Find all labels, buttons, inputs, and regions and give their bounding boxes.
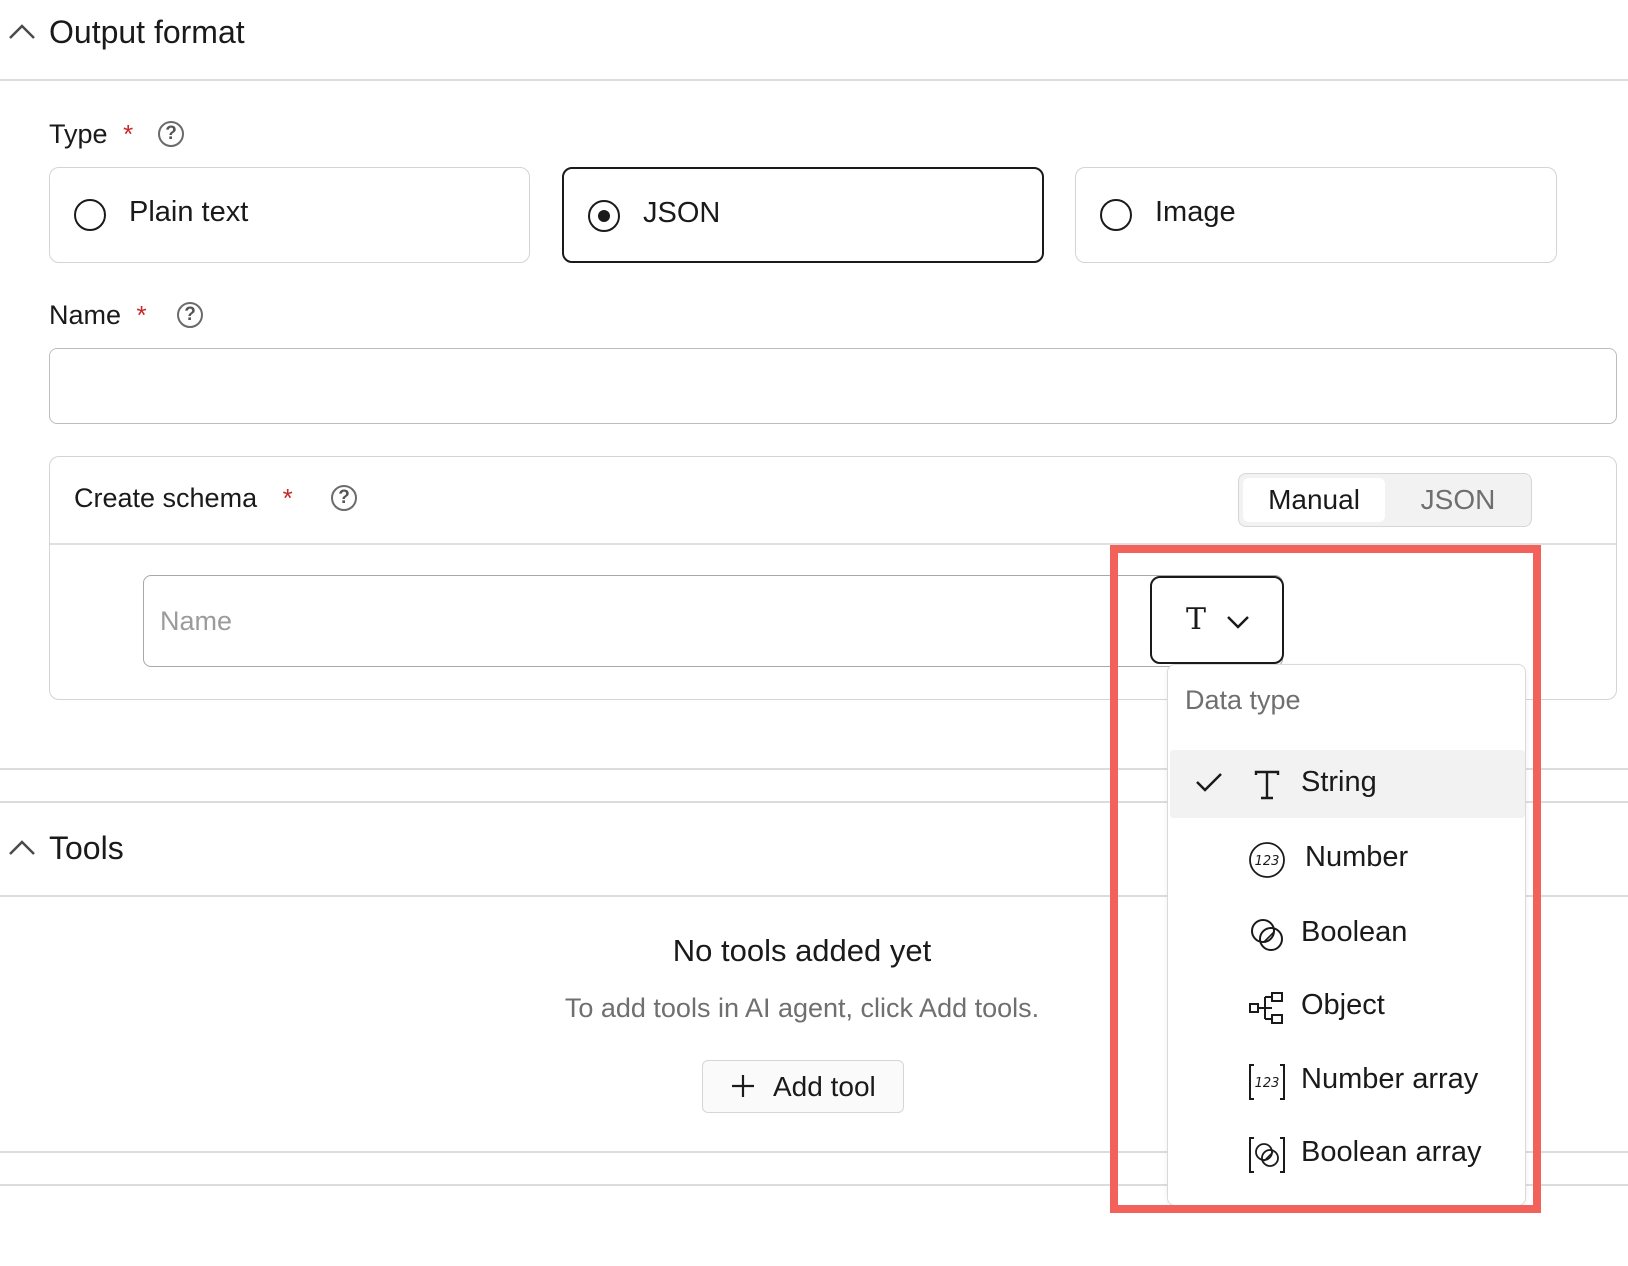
required-mark: * (282, 483, 293, 513)
add-tool-label: Add tool (773, 1071, 876, 1102)
boolean-icon (1251, 919, 1283, 951)
menu-item-label: Number (1305, 841, 1409, 873)
menu-item-label: Boolean (1301, 916, 1408, 948)
name-input[interactable] (49, 348, 1617, 424)
name-label: Name * (49, 300, 147, 331)
menu-header: Data type (1185, 685, 1301, 715)
svg-text:123: 123 (1255, 854, 1280, 869)
number-array-icon: 123 (1249, 1064, 1285, 1100)
text-type-icon: T (1186, 602, 1207, 637)
menu-item-object[interactable]: Object (1170, 973, 1525, 1041)
schema-mode-toggle: Manual JSON (1238, 473, 1532, 527)
schema-title-text: Create schema (74, 483, 258, 513)
radio-image[interactable] (1100, 199, 1132, 231)
object-icon (1249, 992, 1283, 1024)
type-option-label: Image (1155, 196, 1236, 228)
radio-json[interactable] (588, 200, 620, 232)
number-icon: 123 (1249, 842, 1285, 878)
menu-item-boolean-array[interactable]: Boolean array (1170, 1120, 1525, 1188)
chevron-up-icon[interactable] (8, 22, 36, 40)
schema-field-name-input[interactable] (143, 575, 1283, 667)
divider (50, 543, 1616, 545)
divider (0, 79, 1628, 81)
type-option-json[interactable]: JSON (562, 167, 1044, 263)
radio-selected-dot (598, 210, 610, 222)
data-type-dropdown-button[interactable]: T (1150, 576, 1284, 664)
menu-item-string[interactable]: String (1170, 750, 1525, 818)
menu-item-boolean[interactable]: Boolean (1170, 900, 1525, 968)
required-mark: * (136, 300, 147, 330)
menu-item-label: String (1301, 766, 1377, 798)
type-option-plain-text[interactable]: Plain text (49, 167, 530, 263)
required-mark: * (123, 119, 134, 149)
mode-json-button[interactable]: JSON (1389, 478, 1527, 522)
menu-item-label: Number array (1301, 1063, 1479, 1095)
mode-manual-button[interactable]: Manual (1243, 478, 1385, 522)
type-option-label: Plain text (129, 196, 249, 228)
help-icon[interactable]: ? (331, 485, 357, 511)
data-type-menu: Data type String 123 Number Boolean Obje… (1167, 664, 1526, 1206)
menu-item-label: Object (1301, 989, 1385, 1021)
boolean-array-icon (1249, 1137, 1285, 1173)
radio-plain-text[interactable] (74, 199, 106, 231)
type-label: Type * (49, 119, 133, 150)
chevron-up-icon[interactable] (8, 838, 36, 856)
type-label-text: Type (49, 119, 108, 149)
name-label-text: Name (49, 300, 122, 330)
help-icon[interactable]: ? (177, 302, 203, 328)
chevron-down-icon (1227, 616, 1249, 629)
menu-item-label: Boolean array (1301, 1136, 1482, 1168)
add-tool-button[interactable]: Add tool (702, 1060, 904, 1113)
menu-item-number[interactable]: 123 Number (1170, 825, 1525, 893)
type-option-image[interactable]: Image (1075, 167, 1557, 263)
menu-item-number-array[interactable]: 123 Number array (1170, 1047, 1525, 1115)
output-format-title[interactable]: Output format (49, 14, 245, 51)
svg-text:123: 123 (1255, 1076, 1280, 1091)
type-option-label: JSON (643, 197, 721, 229)
check-icon (1196, 773, 1222, 792)
plus-icon (732, 1075, 754, 1097)
text-type-icon (1254, 770, 1280, 800)
schema-title: Create schema * (74, 483, 293, 514)
tools-title[interactable]: Tools (49, 830, 124, 867)
help-icon[interactable]: ? (158, 121, 184, 147)
